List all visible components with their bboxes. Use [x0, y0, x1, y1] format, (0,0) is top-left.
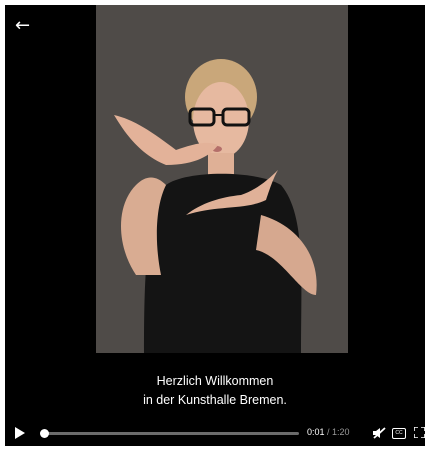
muted-speaker-icon[interactable] [372, 427, 386, 439]
signer-illustration [96, 5, 348, 353]
arrow-left-icon[interactable]: ← [15, 15, 37, 37]
time-display: 0:01 / 1:20 [307, 427, 350, 437]
control-bar: 0:01 / 1:20 CC [5, 421, 425, 446]
play-icon[interactable] [15, 427, 25, 439]
time-current: 0:01 [307, 427, 325, 437]
video-player[interactable]: ← Herzlich Willkommen in der Kunsthalle … [5, 5, 425, 446]
time-separator: / [324, 427, 333, 437]
subtitle-line-1: Herzlich Willkommen [156, 374, 274, 388]
fullscreen-icon[interactable] [414, 427, 425, 438]
subtitle-line-2: in der Kunsthalle Bremen. [143, 393, 287, 407]
progress-track[interactable] [40, 429, 299, 438]
closed-captions-icon[interactable]: CC [392, 428, 406, 439]
progress-thumb[interactable] [40, 429, 50, 438]
subtitle-caption: Herzlich Willkommen in der Kunsthalle Br… [5, 372, 425, 410]
video-frame[interactable] [96, 5, 348, 353]
time-duration: 1:20 [332, 427, 350, 437]
